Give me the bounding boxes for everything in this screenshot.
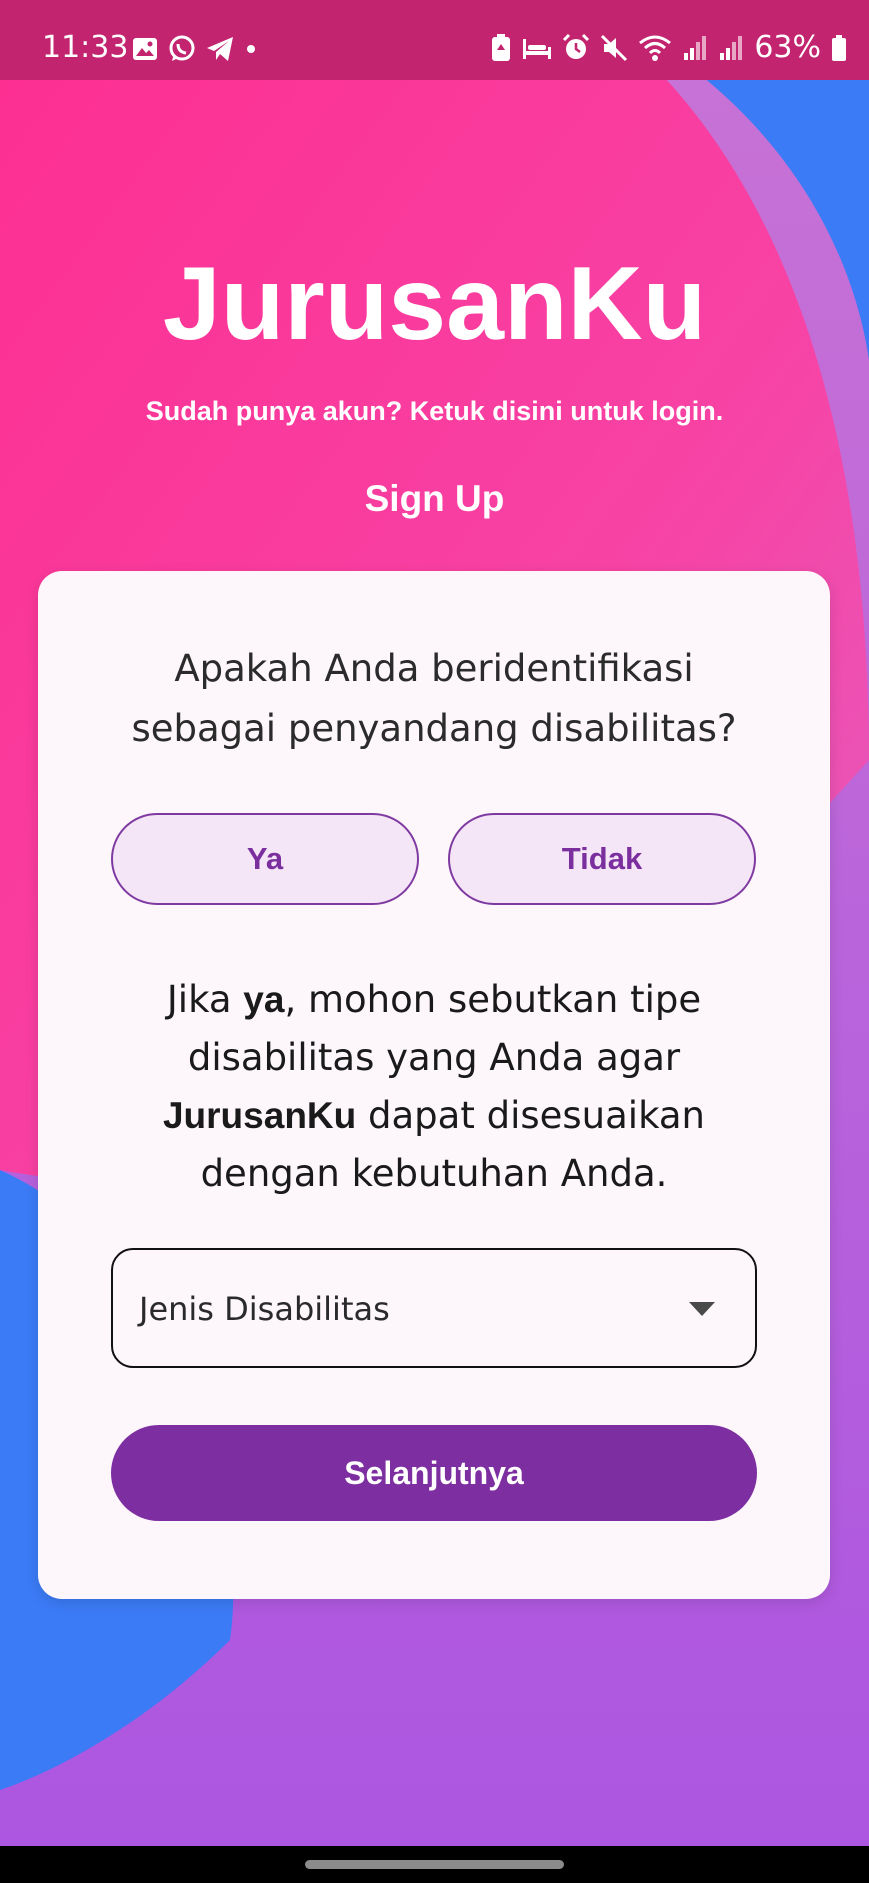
info-emphasis-yes: ya bbox=[243, 979, 285, 1020]
signal-icon bbox=[684, 35, 707, 60]
system-status-icons: 63% bbox=[490, 30, 847, 65]
next-button[interactable]: Selanjutnya bbox=[111, 1425, 757, 1521]
battery-percentage: 63% bbox=[754, 30, 821, 65]
no-button[interactable]: Tidak bbox=[448, 813, 756, 905]
status-time: 11:33 bbox=[42, 30, 129, 65]
battery-saver-icon bbox=[492, 33, 511, 61]
disability-question: Apakah Anda beridentifikasi sebagai peny… bbox=[131, 647, 737, 750]
login-link[interactable]: Sudah punya akun? Ketuk disini untuk log… bbox=[0, 396, 869, 427]
yes-button[interactable]: Ya bbox=[111, 813, 419, 905]
battery-icon bbox=[832, 34, 846, 61]
telegram-icon bbox=[207, 37, 233, 61]
home-indicator[interactable] bbox=[305, 1860, 564, 1869]
gallery-icon bbox=[133, 38, 157, 60]
dot-icon bbox=[247, 45, 255, 53]
disability-info-text: Jika ya, mohon sebutkan tipe disabilitas… bbox=[98, 971, 770, 1203]
info-emphasis-app-name: JurusanKu bbox=[162, 1095, 357, 1136]
wifi-icon bbox=[639, 35, 672, 61]
chevron-down-icon bbox=[689, 1302, 715, 1316]
info-text: Jika bbox=[166, 978, 244, 1021]
page-title: Sign Up bbox=[364, 478, 505, 519]
signal-icon bbox=[720, 35, 743, 60]
mute-icon bbox=[601, 34, 628, 61]
status-bar: 11:33 63% bbox=[0, 0, 869, 80]
sleep-icon bbox=[523, 38, 552, 59]
whatsapp-icon bbox=[169, 35, 195, 61]
navigation-bar bbox=[0, 1846, 869, 1883]
alarm-icon bbox=[563, 33, 590, 59]
app-title: JurusanKu bbox=[162, 246, 707, 362]
disability-type-dropdown[interactable]: Jenis Disabilitas bbox=[111, 1248, 757, 1368]
notification-icons bbox=[132, 35, 258, 63]
signup-card: Apakah Anda beridentifikasi sebagai peny… bbox=[38, 571, 830, 1599]
dropdown-label: Jenis Disabilitas bbox=[139, 1290, 390, 1328]
